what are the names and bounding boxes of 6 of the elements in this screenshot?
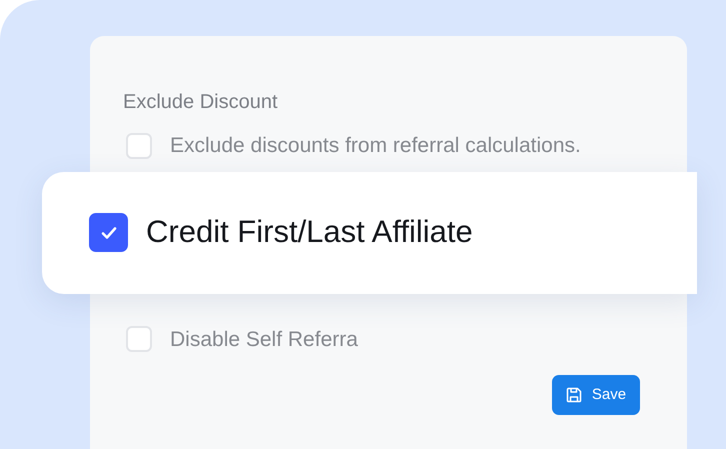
checkbox[interactable] <box>89 213 128 252</box>
option-label: Disable Self Referra <box>170 326 358 352</box>
option-label: Exclude discounts from referral calculations. <box>170 133 581 159</box>
save-button[interactable]: Save <box>552 375 640 415</box>
section-title: Exclude Discount <box>123 90 279 115</box>
option-label: Credit First/Last Affiliate <box>146 213 473 252</box>
